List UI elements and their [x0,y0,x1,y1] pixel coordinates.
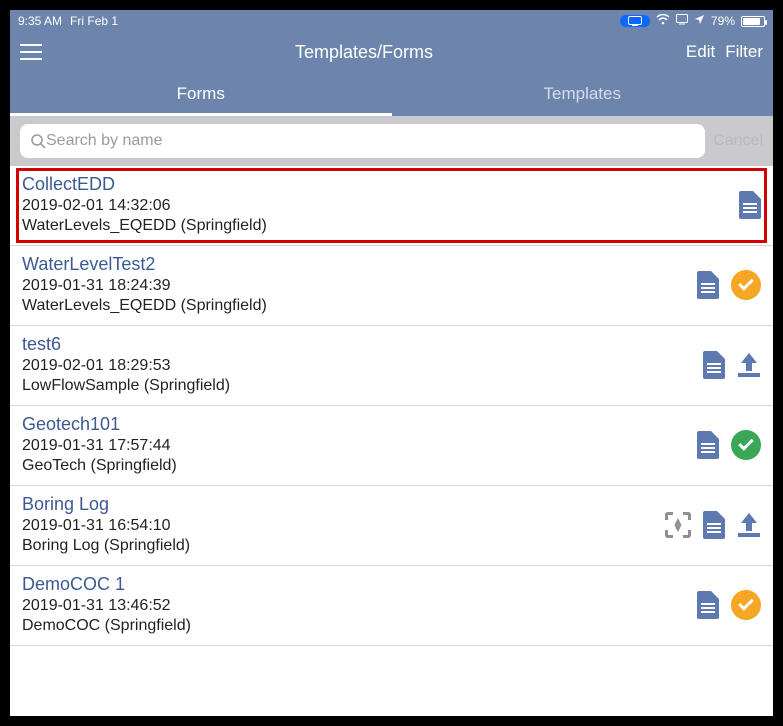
form-timestamp: 2019-01-31 16:54:10 [22,517,655,535]
tab-templates[interactable]: Templates [392,72,774,116]
list-item[interactable]: CollectEDD 2019-02-01 14:32:06 WaterLeve… [10,166,773,246]
location-icon [694,14,705,28]
tab-forms[interactable]: Forms [10,72,392,116]
status-date: Fri Feb 1 [70,14,118,28]
document-icon[interactable] [703,351,725,379]
form-timestamp: 2019-02-01 14:32:06 [22,197,729,215]
search-icon [30,133,46,149]
form-title: Boring Log [22,494,655,515]
status-check-pending-icon[interactable] [731,270,761,300]
form-subtitle: Boring Log (Springfield) [22,537,655,555]
document-icon[interactable] [703,511,725,539]
document-icon[interactable] [697,591,719,619]
app-frame: 9:35 AM Fri Feb 1 79% Templates/Forms Ed… [8,8,775,718]
battery-icon [741,16,765,27]
document-icon[interactable] [697,271,719,299]
page-title: Templates/Forms [42,42,686,63]
upload-icon[interactable] [737,513,761,537]
battery-percent: 79% [711,14,735,28]
status-time: 9:35 AM [18,14,62,28]
form-timestamp: 2019-01-31 17:57:44 [22,437,687,455]
document-icon[interactable] [739,191,761,219]
search-cancel-button[interactable]: Cancel [713,132,763,150]
screen-mirror-pill-icon [620,15,650,27]
form-timestamp: 2019-01-31 13:46:52 [22,597,687,615]
search-input[interactable] [46,132,695,150]
form-subtitle: WaterLevels_EQEDD (Springfield) [22,217,729,235]
nav-bar: Templates/Forms Edit Filter [10,32,773,72]
search-field[interactable] [20,124,705,158]
list-item[interactable]: WaterLevelTest2 2019-01-31 18:24:39 Wate… [10,246,773,326]
list-item[interactable]: test6 2019-02-01 18:29:53 LowFlowSample … [10,326,773,406]
status-bar: 9:35 AM Fri Feb 1 79% [10,10,773,32]
document-icon[interactable] [697,431,719,459]
status-check-complete-icon[interactable] [731,430,761,460]
tab-bar: Forms Templates [10,72,773,116]
form-subtitle: LowFlowSample (Springfield) [22,377,693,395]
list-item[interactable]: Geotech101 2019-01-31 17:57:44 GeoTech (… [10,406,773,486]
list-item[interactable]: Boring Log 2019-01-31 16:54:10 Boring Lo… [10,486,773,566]
form-title: WaterLevelTest2 [22,254,687,275]
form-subtitle: WaterLevels_EQEDD (Springfield) [22,297,687,315]
scan-icon[interactable]: ▲▼ [665,512,691,538]
wifi-icon [656,14,670,28]
form-subtitle: GeoTech (Springfield) [22,457,687,475]
form-title: DemoCOC 1 [22,574,687,595]
form-timestamp: 2019-01-31 18:24:39 [22,277,687,295]
search-bar: Cancel [10,116,773,166]
list-item[interactable]: DemoCOC 1 2019-01-31 13:46:52 DemoCOC (S… [10,566,773,646]
status-check-pending-icon[interactable] [731,590,761,620]
filter-button[interactable]: Filter [725,42,763,62]
form-timestamp: 2019-02-01 18:29:53 [22,357,693,375]
tab-templates-label: Templates [544,84,621,104]
upload-icon[interactable] [737,353,761,377]
edit-button[interactable]: Edit [686,42,715,62]
tab-forms-label: Forms [177,84,225,104]
form-title: Geotech101 [22,414,687,435]
forms-list: CollectEDD 2019-02-01 14:32:06 WaterLeve… [10,166,773,646]
screen-share-icon [676,14,688,28]
form-title: test6 [22,334,693,355]
menu-button[interactable] [20,44,42,60]
form-title: CollectEDD [22,174,729,195]
form-subtitle: DemoCOC (Springfield) [22,617,687,635]
